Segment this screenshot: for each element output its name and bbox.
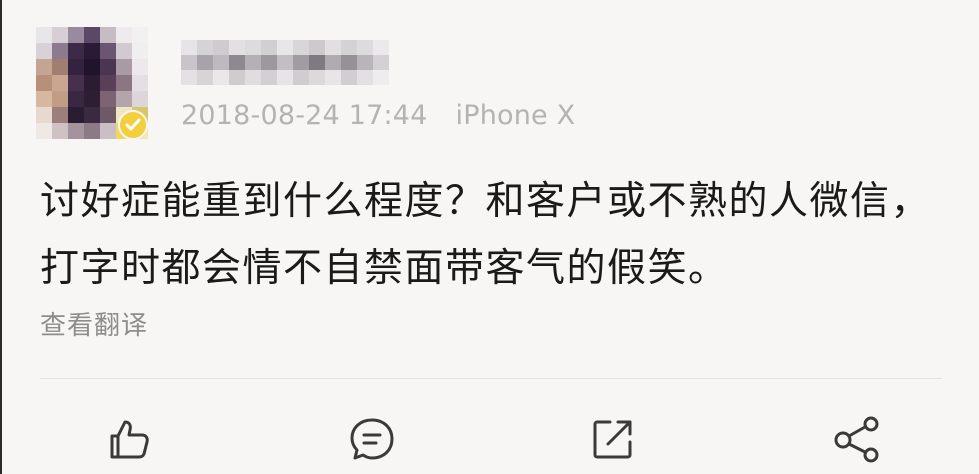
thumbs-up-icon [110,420,149,459]
comment-button[interactable] [345,412,399,466]
post-meta: 2018-08-24 17:44 iPhone X [181,100,575,131]
post-timestamp: 2018-08-24 17:44 [181,100,428,131]
comment-icon [350,418,394,460]
username-blurred[interactable] [181,40,389,86]
verified-badge-icon [118,110,148,140]
actions-divider [40,378,942,379]
action-bar [0,412,979,474]
post-content: 讨好症能重到什么程度？和客户或不熟的人微信，打字时都会情不自禁面带客气的假笑。 [40,179,932,291]
repost-icon [593,420,632,459]
repost-button[interactable] [586,412,640,466]
weibo-post-card: 2018-08-24 17:44 iPhone X 讨好症能重到什么程度？和客户或… [0,0,979,474]
share-icon [834,416,879,463]
translate-link[interactable]: 查看翻译 [40,305,148,342]
left-edge-divider [0,0,2,474]
share-button[interactable] [830,412,884,466]
like-button[interactable] [101,412,155,466]
post-device: iPhone X [455,100,576,131]
